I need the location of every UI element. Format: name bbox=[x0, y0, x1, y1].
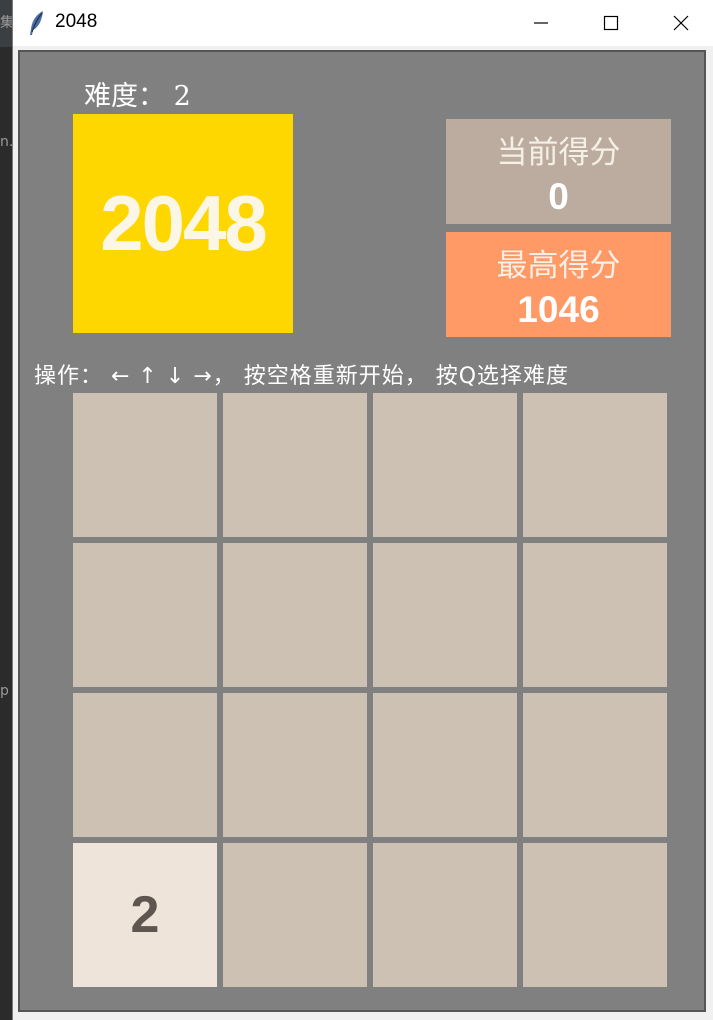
current-score-box: 当前得分 0 bbox=[446, 119, 671, 224]
instructions-text: 操作： ← ↑ ↓ →， 按空格重新开始， 按Q选择难度 bbox=[34, 364, 570, 389]
empty-tile bbox=[373, 693, 517, 837]
empty-tile bbox=[223, 693, 367, 837]
empty-tile bbox=[523, 843, 667, 987]
empty-tile bbox=[73, 543, 217, 687]
current-score-label: 当前得分 bbox=[496, 135, 621, 171]
close-button[interactable] bbox=[646, 0, 713, 46]
tile-2: 2 bbox=[73, 843, 217, 987]
empty-tile bbox=[223, 393, 367, 537]
empty-tile bbox=[523, 693, 667, 837]
minimize-button[interactable] bbox=[506, 0, 576, 46]
logo-tile: 2048 bbox=[73, 114, 293, 333]
empty-tile bbox=[373, 543, 517, 687]
empty-tile bbox=[73, 393, 217, 537]
background-fragment: p bbox=[0, 683, 9, 699]
window-title: 2048 bbox=[55, 11, 98, 32]
empty-tile bbox=[73, 693, 217, 837]
logo-text: 2048 bbox=[100, 179, 268, 267]
feather-icon bbox=[27, 10, 47, 36]
empty-tile bbox=[523, 543, 667, 687]
empty-tile bbox=[523, 393, 667, 537]
best-score-label: 最高得分 bbox=[496, 248, 621, 284]
maximize-button[interactable] bbox=[576, 0, 646, 46]
minimize-icon bbox=[534, 22, 548, 24]
game-window: 2048 难度： 2 2048 当前得分 0 最高得分 1046 操作： ← ↑… bbox=[12, 0, 713, 1020]
best-score-value: 1046 bbox=[517, 289, 600, 330]
best-score-box: 最高得分 1046 bbox=[446, 232, 671, 337]
empty-tile bbox=[223, 543, 367, 687]
close-icon bbox=[673, 15, 689, 31]
empty-tile bbox=[223, 843, 367, 987]
difficulty-label: 难度： 2 bbox=[84, 81, 191, 112]
game-board[interactable]: 2 bbox=[73, 393, 670, 989]
empty-tile bbox=[373, 843, 517, 987]
empty-tile bbox=[373, 393, 517, 537]
game-canvas[interactable]: 难度： 2 2048 当前得分 0 最高得分 1046 操作： ← ↑ ↓ →，… bbox=[18, 50, 706, 1012]
current-score-value: 0 bbox=[548, 176, 569, 217]
title-bar[interactable]: 2048 bbox=[13, 0, 713, 46]
maximize-icon bbox=[603, 15, 619, 31]
